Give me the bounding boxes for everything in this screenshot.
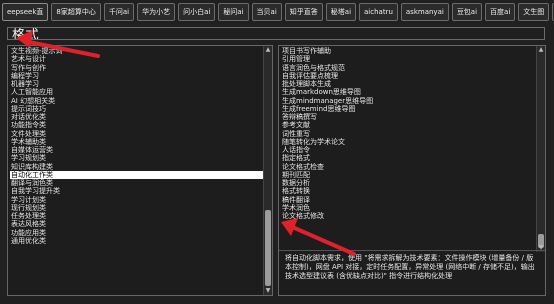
list-item[interactable]: 项目书写作辅助 (281, 47, 545, 55)
list-item[interactable]: 机器学习 (10, 80, 272, 88)
list-item[interactable]: 数据分析 (281, 179, 545, 187)
scroll-down-icon[interactable]: ▼ (264, 287, 272, 295)
list-item[interactable]: 参考文献 (281, 121, 545, 129)
list-item[interactable]: 功能应用类 (10, 229, 272, 237)
scroll-up-icon[interactable]: ▲ (264, 46, 272, 54)
list-item[interactable]: 学习规划类 (10, 154, 272, 162)
list-item[interactable]: 词性重写 (281, 130, 545, 138)
list-item[interactable]: 格式转换 (281, 187, 545, 195)
list-item[interactable]: 自我评估要点梳理 (281, 72, 545, 80)
list-item[interactable]: 功能指令类 (10, 121, 272, 129)
prompt-list-panel[interactable]: 项目书写作辅助 引用管理 语言润色与格式规范 自我评估要点梳理 批处理脚本生成 生成mar… (278, 45, 546, 296)
list-item[interactable]: 语言润色与格式规范 (281, 64, 545, 72)
scroll-up-icon[interactable]: ▲ (537, 46, 545, 54)
list-item[interactable]: 生成markdown思维导图 (281, 88, 545, 96)
list-item[interactable]: 文件处理类 (10, 130, 272, 138)
list-item[interactable]: 翻译与润色类 (10, 179, 272, 187)
tab-10[interactable]: askmanyai (400, 3, 449, 21)
list-item[interactable]: 自我学习提升类 (10, 187, 272, 195)
category-scrollbar[interactable]: ▲ ▼ (263, 46, 272, 295)
tab-7[interactable]: 知乎直答 (284, 3, 323, 21)
list-item[interactable]: 学术辅助类 (10, 138, 272, 146)
category-scroll-thumb[interactable] (265, 210, 271, 286)
category-list: 文生视频-提示词 艺术与设计 写作与创作 编程学习 机器学习 人工智能应用 AI 幻想相关类… (8, 46, 272, 245)
tab-5[interactable]: 秘问ai (218, 3, 249, 21)
tab-12[interactable]: 百度ai (485, 3, 516, 21)
list-item[interactable]: 指定格式 (281, 154, 545, 162)
list-item[interactable]: 人工智能应用 (10, 88, 272, 96)
list-item[interactable]: 稿件翻译 (281, 196, 545, 204)
tab-3[interactable]: 华为小艺 (137, 3, 176, 21)
tab-8[interactable]: 秘塔ai (325, 3, 357, 21)
category-list-panel[interactable]: 文生视频-提示词 艺术与设计 写作与创作 编程学习 机器学习 人工智能应用 AI 幻想相关类… (7, 45, 273, 296)
prompt-description: 将自动化脚本需求，使用 "将需求拆解为技术要素：文件操作模块 (增量备份 / 版… (279, 250, 545, 295)
list-item[interactable]: 对话优化类 (10, 113, 272, 121)
list-item[interactable]: 通用优化类 (10, 237, 272, 245)
search-input[interactable] (7, 27, 545, 40)
tab-6[interactable]: 当贝ai (251, 3, 282, 21)
tab-1[interactable]: 8家超算中心 (51, 3, 101, 21)
tab-13[interactable]: 文生图 (518, 3, 550, 21)
list-item[interactable]: 表达风格类 (10, 220, 272, 228)
prompt-scrollbar[interactable]: ▲ ▼ (536, 46, 545, 252)
list-item[interactable]: 知识库构建类 (10, 163, 272, 171)
list-item[interactable]: 任务处理类 (10, 212, 272, 220)
list-item[interactable]: 自媒体运营类 (10, 146, 272, 154)
tab-4[interactable]: 问小白ai (178, 3, 216, 21)
list-item[interactable]: 批处理脚本生成 (281, 80, 545, 88)
list-item[interactable]: 人话指令 (281, 146, 545, 154)
list-item[interactable]: 文生视频-提示词 (10, 47, 272, 55)
list-item[interactable]: AI 幻想相关类 (10, 97, 272, 105)
list-item[interactable]: 引用管理 (281, 55, 545, 63)
list-item[interactable]: 自动化工作类 (10, 170, 272, 179)
list-item[interactable]: 学术润色 (281, 204, 545, 212)
list-item[interactable]: 随笔转化为学术论文 (281, 138, 545, 146)
tab-0[interactable]: eepseek直 (2, 3, 49, 21)
list-item[interactable]: 论文格式修改 (281, 212, 545, 220)
list-item[interactable]: 学习计划类 (10, 196, 272, 204)
list-item[interactable]: 生成freemind思维导图 (281, 105, 545, 113)
tab-11[interactable]: 豆包ai (451, 3, 483, 21)
list-item[interactable]: 论文格式检查 (281, 163, 545, 171)
list-item[interactable]: 现行规划类 (10, 204, 272, 212)
tab-9[interactable]: aichatru (359, 3, 398, 21)
list-item[interactable]: 生成mindmanager思维导图 (281, 97, 545, 105)
list-item[interactable]: 答辩稿撰写 (281, 113, 545, 121)
tab-2[interactable]: 千问ai (103, 3, 135, 21)
list-item[interactable]: 编程学习 (10, 72, 272, 80)
list-item[interactable]: 写作与创作 (10, 64, 272, 72)
list-item[interactable]: 艺术与设计 (10, 55, 272, 63)
tab-bar: eepseek直 8家超算中心 千问ai 华为小艺 问小白ai 秘问ai 当贝ai 知乎直答… (2, 3, 554, 21)
list-item[interactable]: 提示词技巧 (10, 105, 272, 113)
prompt-list: 项目书写作辅助 引用管理 语言润色与格式规范 自我评估要点梳理 批处理脚本生成 生成mar… (279, 46, 545, 245)
list-item[interactable]: 期刊匹配 (281, 171, 545, 179)
